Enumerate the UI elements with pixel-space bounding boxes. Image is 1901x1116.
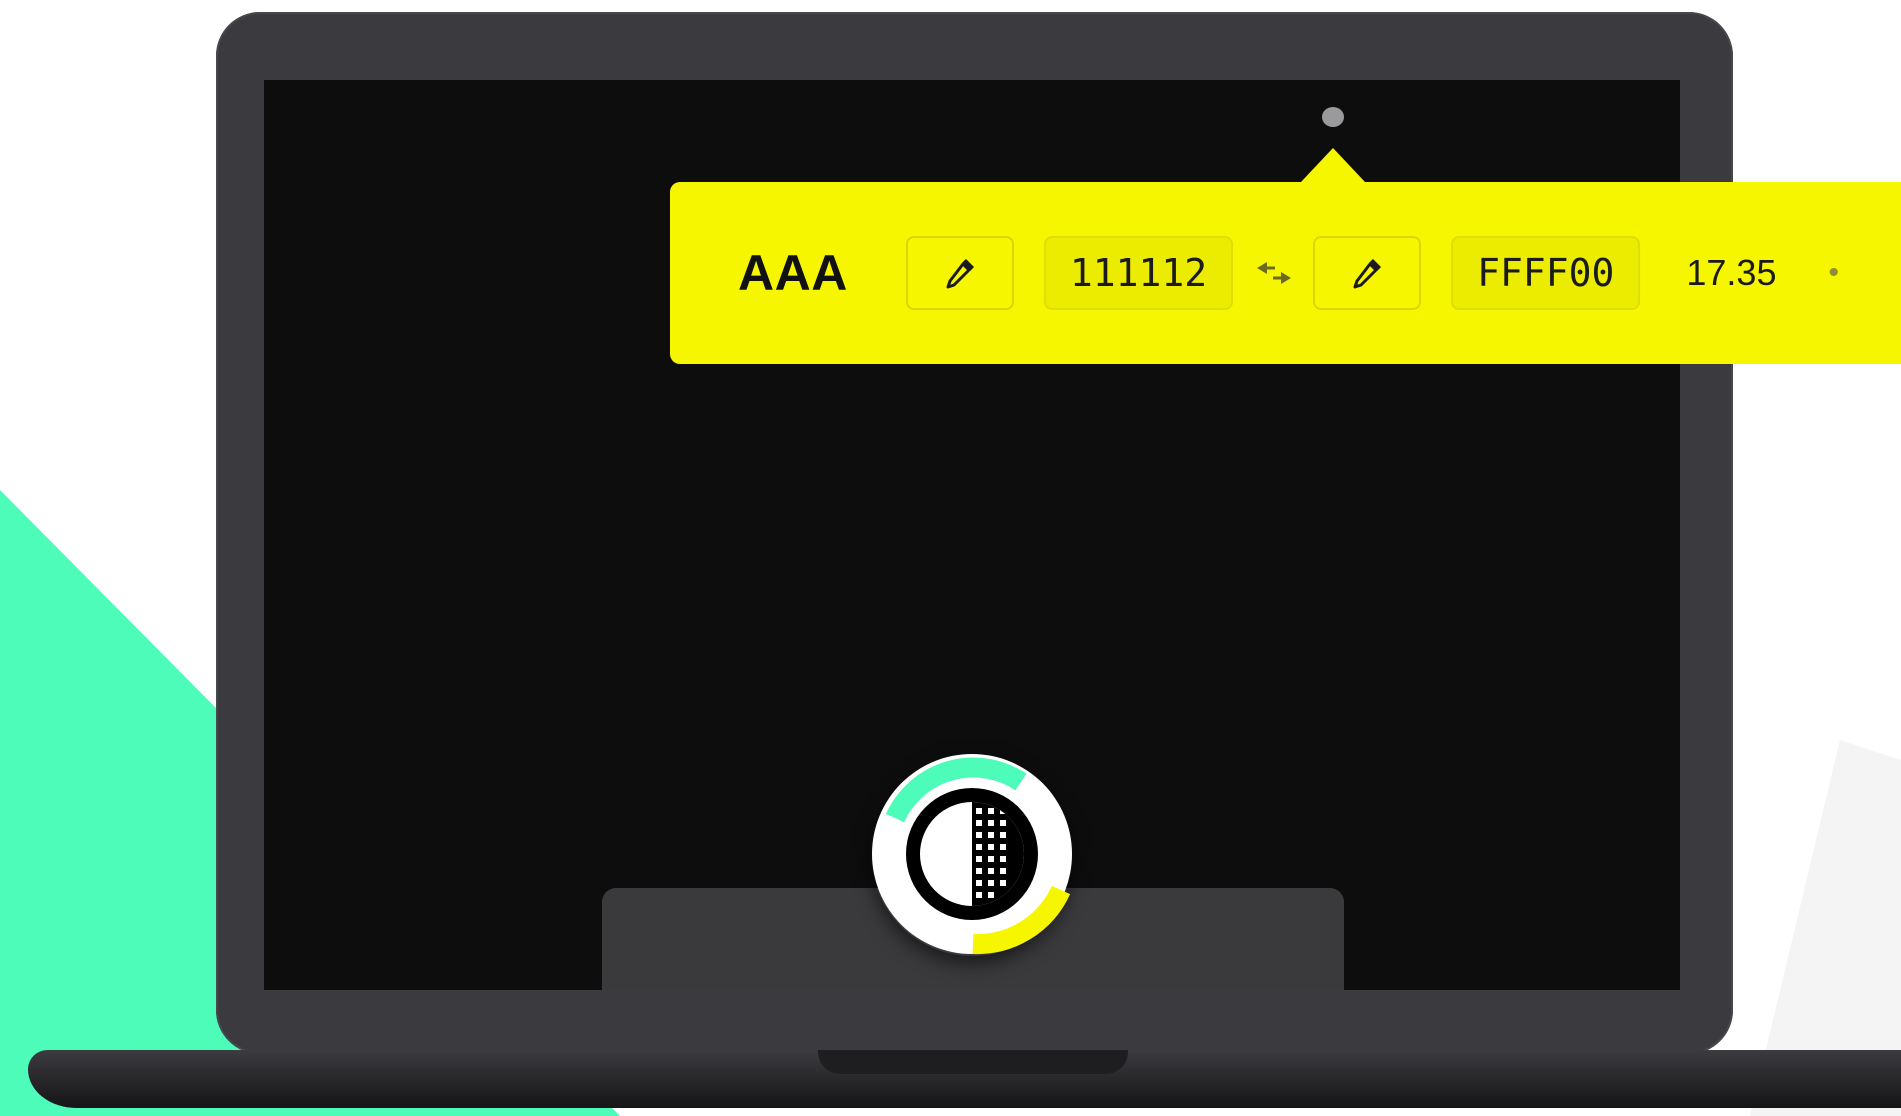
background-hex-input[interactable]: FFFF00 xyxy=(1451,236,1641,310)
laptop-camera xyxy=(1322,107,1344,127)
contrast-app-icon[interactable] xyxy=(871,752,1073,956)
laptop-base-notch xyxy=(818,1050,1128,1074)
eyedropper-icon xyxy=(1353,259,1382,289)
background-picker-button[interactable] xyxy=(1313,236,1422,310)
popup-pointer xyxy=(1301,148,1365,182)
wcag-rating: AAA xyxy=(738,245,848,301)
popup-overflow-indicator: • xyxy=(1828,256,1839,289)
foreground-hex-input[interactable]: 111112 xyxy=(1043,236,1234,310)
eyedropper-icon xyxy=(946,259,974,289)
swap-arrows-icon[interactable] xyxy=(1251,260,1297,286)
contrast-ratio: 17.35 xyxy=(1686,252,1777,293)
foreground-picker-button[interactable] xyxy=(905,236,1014,310)
contrast-popup: AAA 111112 FFFF00 17.35 • xyxy=(670,182,1901,364)
